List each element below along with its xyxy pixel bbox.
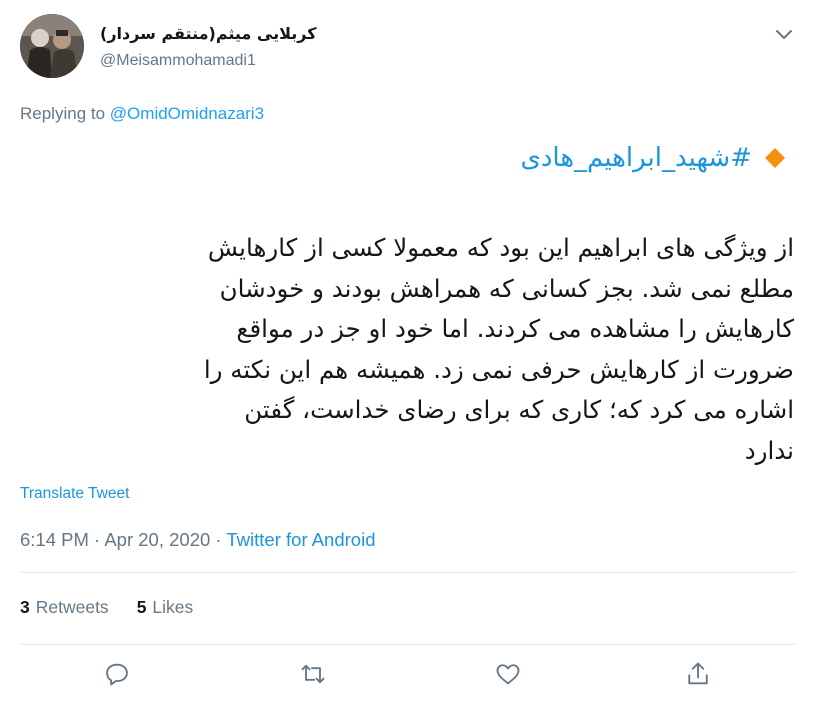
user-handle[interactable]: @Meisammohamadi1 [100, 52, 256, 70]
likes-stat[interactable]: 5 Likes [137, 597, 194, 618]
like-icon[interactable] [494, 660, 524, 690]
display-name[interactable]: کربلایی میثم(منتقم سردار) [100, 24, 317, 43]
tweet-time[interactable]: 6:14 PM [20, 529, 89, 550]
tweet-stats: 3 Retweets 5 Likes [20, 597, 193, 618]
orange-diamond-icon [765, 148, 785, 168]
tweet-line: کارهایش را مشاهده می کردند. اما خود او ج… [236, 314, 794, 343]
tweet-text: از ویژگی های ابراهیم این بود که معمولا ک… [4, 228, 794, 471]
hashtag-line: #شهید_ابراهیم_هادی [521, 143, 787, 173]
retweets-label: Retweets [35, 597, 109, 617]
avatar[interactable] [20, 14, 84, 78]
likes-label: Likes [152, 597, 194, 617]
meta-separator: · [210, 529, 227, 550]
chevron-down-icon[interactable] [772, 22, 796, 46]
tweet-line: از ویژگی های ابراهیم این بود که معمولا ک… [207, 233, 794, 262]
meta-separator: · [88, 529, 105, 550]
share-icon[interactable] [684, 660, 714, 690]
tweet-line: مطلع نمی شد. بجز کسانی که همراهش بودند و… [219, 273, 794, 303]
divider [20, 644, 796, 645]
retweet-icon[interactable] [299, 660, 329, 690]
translate-tweet-link[interactable]: Translate Tweet [20, 485, 129, 503]
divider [20, 572, 796, 573]
tweet-header: کربلایی میثم(منتقم سردار) @Meisammohamad… [20, 14, 800, 84]
tweet-meta: 6:14 PM · Apr 20, 2020 · Twitter for And… [20, 529, 375, 551]
reply-mention-link[interactable]: @OmidOmidnazari3 [110, 104, 264, 123]
avatar-photo [20, 14, 84, 78]
tweet-line: اشاره می کرد که؛ کاری که برای رضای خداست… [244, 395, 794, 424]
reply-icon[interactable] [103, 660, 133, 690]
tweet-source-link[interactable]: Twitter for Android [226, 529, 375, 550]
replying-prefix: Replying to [20, 104, 106, 123]
retweets-count: 3 [20, 597, 30, 617]
tweet-line: ضرورت از کارهایش حرفی نمی زد. همیشه هم ا… [203, 354, 794, 384]
tweet-line: ندارد [744, 435, 794, 465]
tweet-date[interactable]: Apr 20, 2020 [104, 529, 210, 550]
replying-to: Replying to @OmidOmidnazari3 [20, 104, 264, 124]
likes-count: 5 [136, 597, 147, 617]
tweet-actions [0, 660, 816, 694]
retweets-stat[interactable]: 3 Retweets [20, 597, 109, 618]
hashtag-link[interactable]: #شهید_ابراهیم_هادی [521, 143, 753, 173]
